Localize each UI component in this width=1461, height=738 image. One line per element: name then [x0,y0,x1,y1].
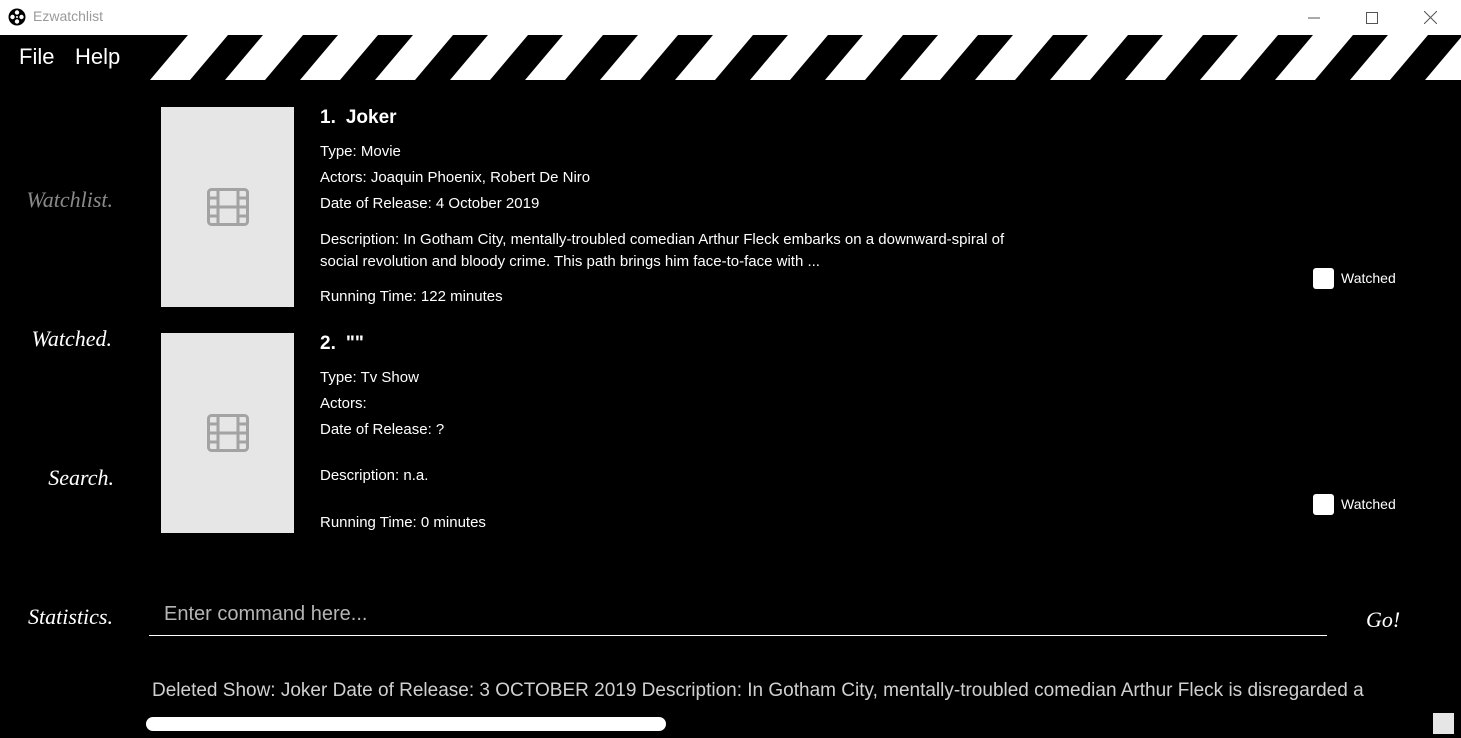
show-number: 1. [320,107,336,128]
show-title: 2. "" [320,333,364,355]
menu-help[interactable]: Help [75,44,120,70]
nav-search[interactable]: Search. [14,465,114,491]
nav-watched[interactable]: Watched. [12,326,112,352]
clapperboard-stripes [0,35,1461,80]
show-actors: Actors: [320,395,367,412]
menu-bar: File Help [0,35,1461,80]
show-running-time: Running Time: 122 minutes [320,288,503,305]
watched-toggle[interactable]: Watched [1313,493,1413,515]
close-button[interactable] [1401,0,1459,35]
minimize-icon [1308,17,1320,18]
show-release-date: Date of Release: 4 October 2019 [320,195,540,212]
show-running-time: Running Time: 0 minutes [320,514,486,531]
show-actors: Actors: Joaquin Phoenix, Robert De Niro [320,169,591,186]
command-input[interactable] [149,594,1327,636]
film-icon [206,414,249,452]
show-title: 1. Joker [320,107,397,129]
show-description: Description: In Gotham City, mentally-tr… [320,231,1005,270]
watched-toggle[interactable]: Watched [1313,267,1413,289]
show-release-date: Date of Release: ? [320,421,445,438]
horizontal-scrollbar[interactable] [146,717,666,731]
show-name: "" [345,333,364,354]
maximize-icon [1366,11,1378,24]
poster-placeholder [161,107,294,307]
show-type: Type: Tv Show [320,369,419,386]
film-reel-icon [8,8,26,26]
show-card: 1. Joker Type: Movie Actors: Joaquin Phoe… [161,107,1431,307]
watched-label: Watched [1341,496,1396,512]
show-number: 2. [320,333,336,354]
window-title: Ezwatchlist [33,8,104,24]
scroll-corner [1433,713,1454,734]
menu-file[interactable]: File [19,44,54,70]
watched-checkbox[interactable] [1313,493,1334,515]
show-description: Description: n.a. [320,467,429,484]
minimize-button[interactable] [1285,0,1343,35]
go-button[interactable]: Go! [1366,607,1400,633]
show-name: Joker [345,107,397,128]
title-bar: Ezwatchlist [0,0,1461,35]
nav-statistics[interactable]: Statistics. [13,604,113,630]
watched-checkbox[interactable] [1313,267,1334,289]
watched-label: Watched [1341,270,1396,286]
result-display: Deleted Show: Joker Date of Release: 3 O… [152,680,1364,701]
poster-placeholder [161,333,294,533]
close-icon [1423,11,1437,24]
film-icon [206,188,249,226]
show-type: Type: Movie [320,143,401,160]
maximize-button[interactable] [1343,0,1401,35]
nav-watchlist[interactable]: Watchlist. [13,187,113,213]
show-card: 2. "" Type: Tv Show Actors: Date of Relea… [161,333,1431,533]
